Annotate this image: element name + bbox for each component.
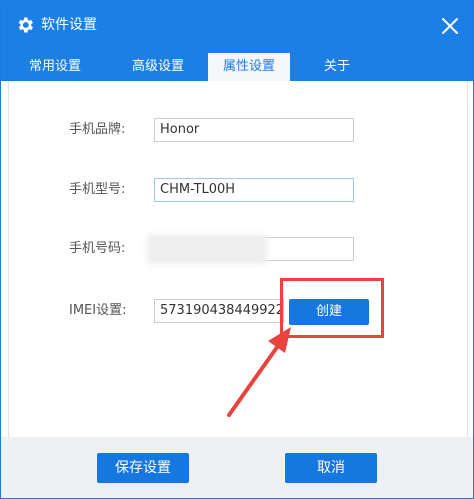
tab-bar: 常用设置 高级设置 属性设置 关于 [1, 51, 473, 81]
tab-common-settings[interactable]: 常用设置 [15, 53, 95, 81]
redacted-number [147, 234, 267, 264]
imei-label: IMEI设置: [69, 303, 127, 318]
brand-label: 手机品牌: [69, 122, 126, 137]
highlight-box [280, 278, 384, 338]
cancel-button[interactable]: 取消 [285, 453, 377, 483]
save-settings-button[interactable]: 保存设置 [97, 453, 189, 483]
tab-about[interactable]: 关于 [301, 53, 373, 81]
model-input[interactable]: CHM-TL00H [154, 178, 354, 202]
tab-advanced-settings[interactable]: 高级设置 [113, 53, 203, 81]
title-bar: 软件设置 [1, 1, 473, 51]
imei-input[interactable]: 573190438449922 [154, 299, 284, 323]
window-title: 软件设置 [41, 17, 97, 33]
settings-panel: 手机品牌: Honor 手机型号: CHM-TL00H 手机号码: IMEI设置… [8, 81, 468, 437]
settings-window: 软件设置 常用设置 高级设置 属性设置 关于 手机品牌: Honor 手机型号:… [0, 0, 474, 499]
close-icon[interactable] [439, 15, 461, 37]
brand-input[interactable]: Honor [154, 118, 354, 142]
number-label: 手机号码: [69, 241, 126, 256]
model-label: 手机型号: [69, 182, 126, 197]
gear-icon [18, 17, 33, 33]
footer-bar: 保存设置 取消 [1, 437, 473, 498]
tab-property-settings[interactable]: 属性设置 [208, 53, 290, 81]
